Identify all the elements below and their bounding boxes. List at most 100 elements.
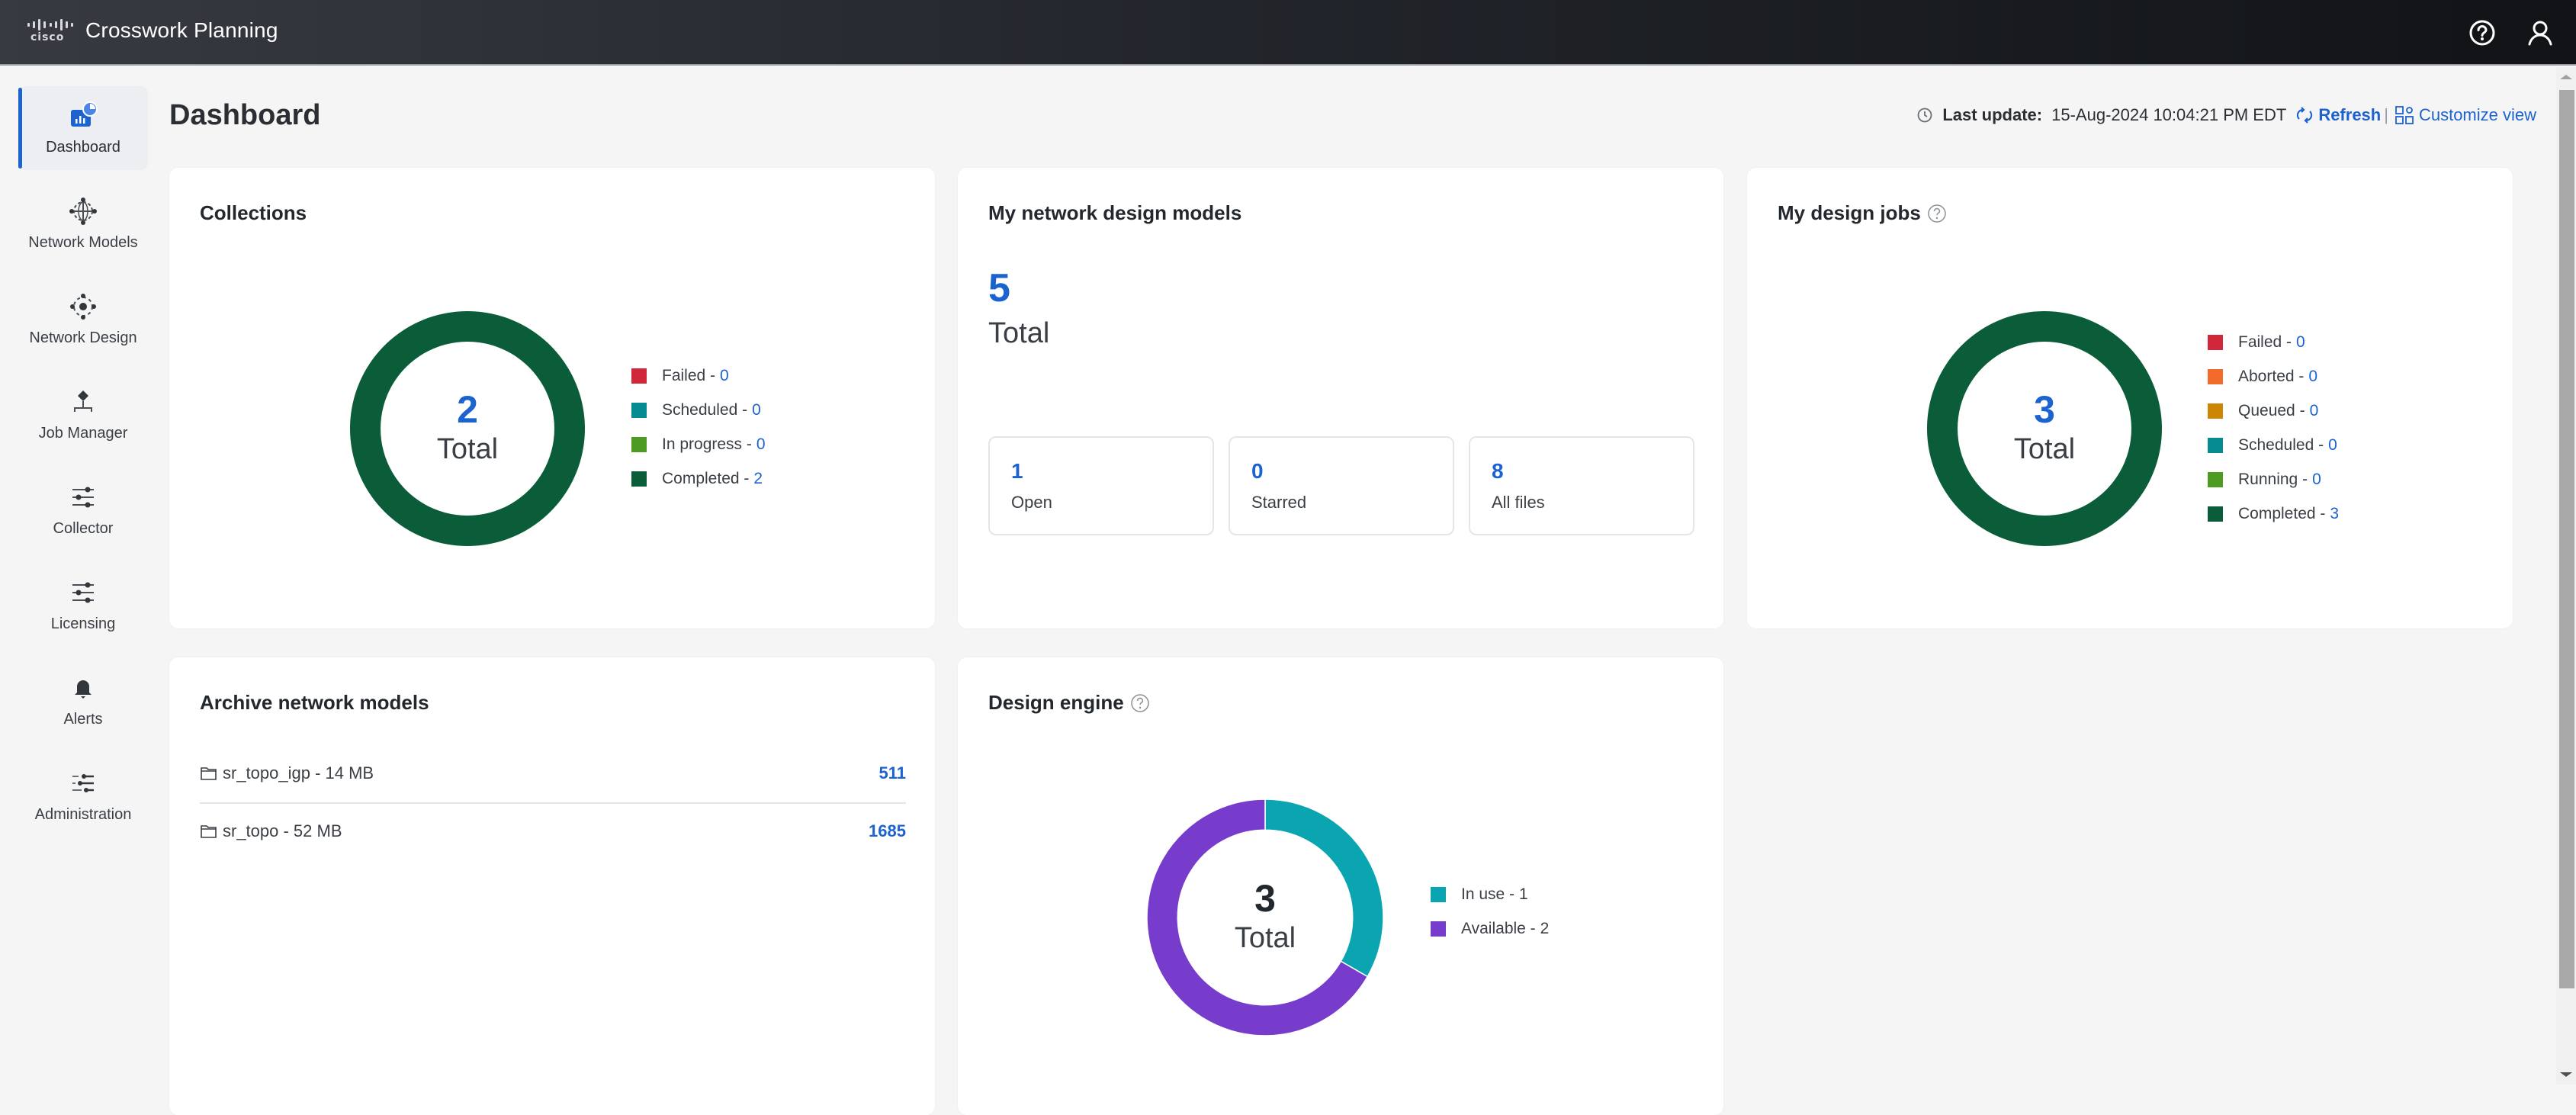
sidebar-item-label: Dashboard — [46, 138, 120, 156]
design-jobs-card: My design jobs 3 Total Failed - 0 Aborte… — [1747, 168, 2513, 628]
stat-value: 0 — [1251, 459, 1264, 483]
user-icon[interactable] — [2526, 18, 2555, 47]
legend-item-completed[interactable]: Completed - 2 — [631, 461, 766, 496]
archive-item-label: sr_topo - 52 MB — [223, 821, 342, 840]
sidebar-item-collector[interactable]: Collector — [18, 468, 148, 551]
admin-sliders-icon — [72, 773, 94, 792]
cisco-logo-icon: cisco — [27, 17, 73, 44]
top-header: cisco Crosswork Planning — [0, 0, 2576, 66]
engine-donut[interactable]: 3 Total — [1145, 798, 1385, 1037]
legend-item-failed[interactable]: Failed - 0 — [631, 358, 766, 393]
stat-label: Open — [1011, 493, 1052, 512]
sidebar: Dashboard Network Models Network Design … — [0, 67, 163, 1084]
help-icon[interactable] — [1927, 204, 1947, 223]
legend-value: 0 — [2328, 435, 2337, 454]
sidebar-item-administration[interactable]: Administration — [18, 754, 148, 837]
sidebar-item-label: Alerts — [63, 710, 103, 728]
legend-label: Failed - — [2238, 333, 2292, 351]
brand[interactable]: cisco Crosswork Planning — [27, 17, 278, 44]
sidebar-item-alerts[interactable]: Alerts — [18, 658, 148, 742]
sidebar-item-job-manager[interactable]: Job Manager — [18, 372, 148, 456]
sidebar-item-label: Network Design — [29, 329, 137, 346]
legend-swatch — [631, 402, 647, 418]
help-icon[interactable] — [1130, 693, 1150, 713]
legend-swatch — [2208, 471, 2223, 487]
legend-value: 2 — [753, 469, 763, 487]
legend-item-failed[interactable]: Failed - 0 — [2208, 325, 2339, 359]
last-update-timestamp: 15-Aug-2024 10:04:21 PM EDT — [2051, 105, 2287, 124]
list-item: sr_topo_igp - 14 MB 511 — [200, 744, 906, 802]
sidebar-item-dashboard[interactable]: Dashboard — [18, 86, 148, 170]
legend-item-available[interactable]: Available - 2 — [1431, 911, 1549, 946]
clock-icon — [1917, 108, 1932, 123]
legend-label: Running - — [2238, 470, 2308, 488]
legend-value: 0 — [2309, 401, 2319, 419]
collections-card: Collections 2 Total Failed - 0 Scheduled… — [169, 168, 935, 628]
legend-label: Queued - — [2238, 401, 2305, 419]
archive-item-name[interactable]: sr_topo - 52 MB — [200, 821, 342, 841]
stat-starred[interactable]: 0 Starred — [1229, 436, 1454, 535]
sidebar-item-network-design[interactable]: Network Design — [18, 277, 148, 361]
legend-value: 0 — [2312, 470, 2321, 488]
customize-view-button[interactable]: Customize view — [2395, 105, 2536, 125]
donut-slice-completed[interactable] — [1926, 311, 2162, 546]
archive-item-label: sr_topo_igp - 14 MB — [223, 763, 374, 782]
card-title: Archive network models — [200, 691, 429, 715]
card-title: Design engine — [988, 691, 1150, 715]
donut-slice-completed[interactable] — [349, 311, 585, 546]
stat-value: 1 — [1011, 459, 1023, 483]
job-manager-icon — [74, 390, 92, 412]
archive-item-count[interactable]: 511 — [879, 763, 907, 783]
legend-label: Available - — [1461, 919, 1536, 937]
archive-title: Archive network models — [200, 691, 429, 714]
legend-swatch — [2208, 334, 2223, 350]
legend-value: 2 — [1540, 919, 1550, 937]
legend-label: In progress - — [662, 435, 752, 453]
collections-donut[interactable]: 2 Total — [348, 310, 586, 548]
sidebar-item-label: Job Manager — [38, 424, 128, 442]
refresh-button[interactable]: Refresh — [2295, 105, 2381, 125]
legend-item-in-progress[interactable]: In progress - 0 — [631, 427, 766, 461]
sidebar-item-licensing[interactable]: Licensing — [18, 563, 148, 647]
models-total[interactable]: 5 — [988, 265, 1010, 311]
last-update-label: Last update: — [1942, 105, 2043, 124]
legend-label: Scheduled - — [662, 400, 748, 419]
scrollbar-thumb[interactable] — [2559, 90, 2574, 988]
last-update-bar: Last update: 15-Aug-2024 10:04:21 PM EDT… — [1916, 105, 2536, 125]
jobs-donut[interactable]: 3 Total — [1926, 310, 2163, 548]
bell-icon — [75, 680, 92, 699]
legend-item-running[interactable]: Running - 0 — [2208, 462, 2339, 496]
scroll-up-arrow-icon[interactable] — [2560, 75, 2572, 79]
models-title: My network design models — [988, 201, 1242, 224]
legend-value: 0 — [752, 400, 761, 419]
scroll-down-arrow-icon[interactable] — [2560, 1072, 2572, 1077]
legend-label: Completed - — [662, 469, 750, 487]
refresh-icon — [2297, 107, 2313, 124]
sidebar-item-network-models[interactable]: Network Models — [18, 182, 148, 265]
collections-title: Collections — [200, 201, 307, 224]
legend-item-queued[interactable]: Queued - 0 — [2208, 394, 2339, 428]
sliders-icon — [72, 487, 94, 507]
archive-item-count[interactable]: 1685 — [869, 821, 906, 841]
sidebar-item-label: Network Models — [28, 233, 138, 251]
legend-item-in-use[interactable]: In use - 1 — [1431, 877, 1549, 911]
legend-item-scheduled[interactable]: Scheduled - 0 — [2208, 428, 2339, 462]
legend-label: Completed - — [2238, 504, 2326, 522]
stat-open[interactable]: 1 Open — [988, 436, 1214, 535]
legend-swatch — [1431, 921, 1446, 937]
network-models-icon — [69, 197, 97, 225]
legend-item-aborted[interactable]: Aborted - 0 — [2208, 359, 2339, 394]
stat-all-files[interactable]: 8 All files — [1469, 436, 1694, 535]
legend-item-scheduled[interactable]: Scheduled - 0 — [631, 393, 766, 427]
help-circle-icon[interactable] — [2468, 18, 2497, 47]
legend-item-completed[interactable]: Completed - 3 — [2208, 496, 2339, 531]
page-scrollbar[interactable] — [2556, 67, 2576, 1084]
donut-slice-in-use[interactable] — [1264, 798, 1384, 978]
legend-value: 0 — [756, 435, 766, 453]
legend-swatch — [631, 368, 647, 384]
archive-item-name[interactable]: sr_topo_igp - 14 MB — [200, 763, 374, 783]
sidebar-item-label: Licensing — [50, 615, 116, 632]
stat-label: All files — [1492, 493, 1545, 512]
separator: | — [2384, 105, 2388, 124]
legend-value: 0 — [2308, 367, 2318, 385]
